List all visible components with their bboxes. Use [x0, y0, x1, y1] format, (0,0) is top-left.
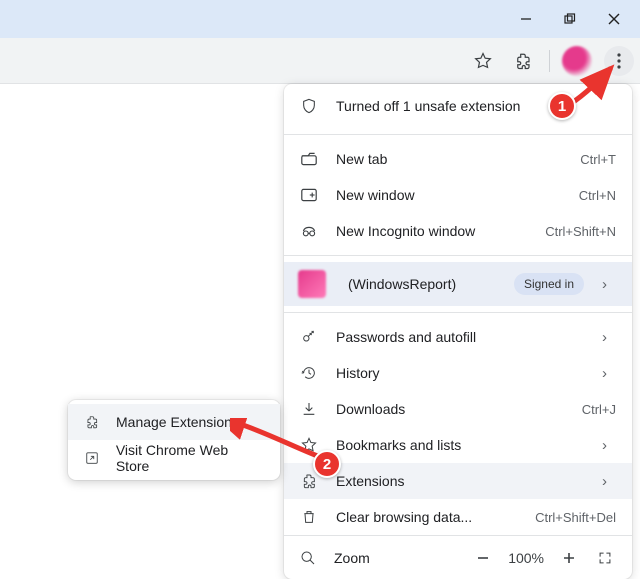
menu-label: Downloads [336, 401, 564, 417]
profile-avatar-icon [298, 270, 326, 298]
puzzle-icon [84, 414, 100, 430]
submenu-manage-extensions[interactable]: Manage Extensions [68, 404, 280, 440]
tab-icon [300, 150, 318, 168]
window-close-button[interactable] [592, 1, 636, 37]
callout-2: 2 [313, 450, 341, 478]
more-menu-dropdown: Turned off 1 unsafe extension New tab Ct… [284, 84, 632, 579]
menu-divider [284, 255, 632, 256]
window-titlebar [0, 0, 640, 38]
submenu-label: Visit Chrome Web Store [116, 442, 264, 474]
safety-notice-item[interactable]: Turned off 1 unsafe extension [284, 84, 632, 128]
close-icon [608, 13, 620, 25]
download-icon [300, 400, 318, 418]
trash-icon [300, 508, 318, 526]
menu-label: New Incognito window [336, 223, 527, 239]
menu-label: Extensions [336, 473, 584, 489]
menu-shortcut: Ctrl+J [582, 402, 616, 417]
open-external-icon [84, 450, 100, 466]
zoom-out-button[interactable] [472, 547, 494, 569]
menu-zoom-row: Zoom 100% [284, 535, 632, 579]
puzzle-icon [300, 472, 318, 490]
shield-icon [300, 97, 318, 115]
chevron-right-icon: › [602, 276, 616, 293]
menu-shortcut: Ctrl+Shift+N [545, 224, 616, 239]
chevron-right-icon: › [602, 329, 616, 346]
menu-label: New tab [336, 151, 562, 167]
window-restore-button[interactable] [548, 1, 592, 37]
menu-label: Passwords and autofill [336, 329, 584, 345]
incognito-icon [300, 222, 318, 240]
zoom-value: 100% [508, 550, 544, 566]
window-plus-icon [300, 186, 318, 204]
submenu-label: Manage Extensions [116, 414, 239, 430]
extensions-button[interactable] [509, 47, 537, 75]
star-icon [474, 52, 492, 70]
chevron-right-icon: › [602, 437, 616, 454]
zoom-in-button[interactable] [558, 547, 580, 569]
puzzle-icon [514, 52, 532, 70]
toolbar-separator [549, 50, 550, 72]
menu-shortcut: Ctrl+T [580, 152, 616, 167]
menu-history[interactable]: History › [284, 355, 632, 391]
zoom-label: Zoom [334, 550, 454, 566]
menu-label: History [336, 365, 584, 381]
kebab-icon [617, 53, 621, 69]
star-outline-icon [300, 436, 318, 454]
menu-shortcut: Ctrl+Shift+Del [535, 510, 616, 525]
menu-passwords[interactable]: Passwords and autofill › [284, 319, 632, 355]
menu-label: Bookmarks and lists [336, 437, 584, 453]
menu-new-incognito[interactable]: New Incognito window Ctrl+Shift+N [284, 213, 632, 249]
more-menu-button[interactable] [604, 46, 634, 76]
menu-new-window[interactable]: New window Ctrl+N [284, 177, 632, 213]
profile-name: (WindowsReport) [344, 276, 496, 292]
fullscreen-button[interactable] [594, 547, 616, 569]
browser-toolbar [0, 38, 640, 84]
menu-shortcut: Ctrl+N [579, 188, 616, 203]
chevron-right-icon: › [602, 473, 616, 490]
menu-new-tab[interactable]: New tab Ctrl+T [284, 141, 632, 177]
profile-avatar-button[interactable] [562, 46, 592, 76]
restore-icon [564, 13, 576, 25]
window-minimize-button[interactable] [504, 1, 548, 37]
menu-downloads[interactable]: Downloads Ctrl+J [284, 391, 632, 427]
menu-label: New window [336, 187, 561, 203]
key-icon [300, 328, 318, 346]
menu-profile[interactable]: (WindowsReport) Signed in › [284, 262, 632, 306]
menu-divider [284, 312, 632, 313]
menu-clear-browsing-data[interactable]: Clear browsing data... Ctrl+Shift+Del [284, 499, 632, 535]
submenu-visit-webstore[interactable]: Visit Chrome Web Store [68, 440, 280, 476]
bookmark-star-button[interactable] [469, 47, 497, 75]
zoom-icon [300, 550, 316, 566]
minimize-icon [520, 13, 532, 25]
chevron-right-icon: › [602, 365, 616, 382]
history-icon [300, 364, 318, 382]
signed-in-badge: Signed in [514, 273, 584, 295]
menu-label: Clear browsing data... [336, 509, 517, 525]
menu-divider [284, 134, 632, 135]
callout-1: 1 [548, 92, 576, 120]
extensions-submenu: Manage Extensions Visit Chrome Web Store [68, 400, 280, 480]
